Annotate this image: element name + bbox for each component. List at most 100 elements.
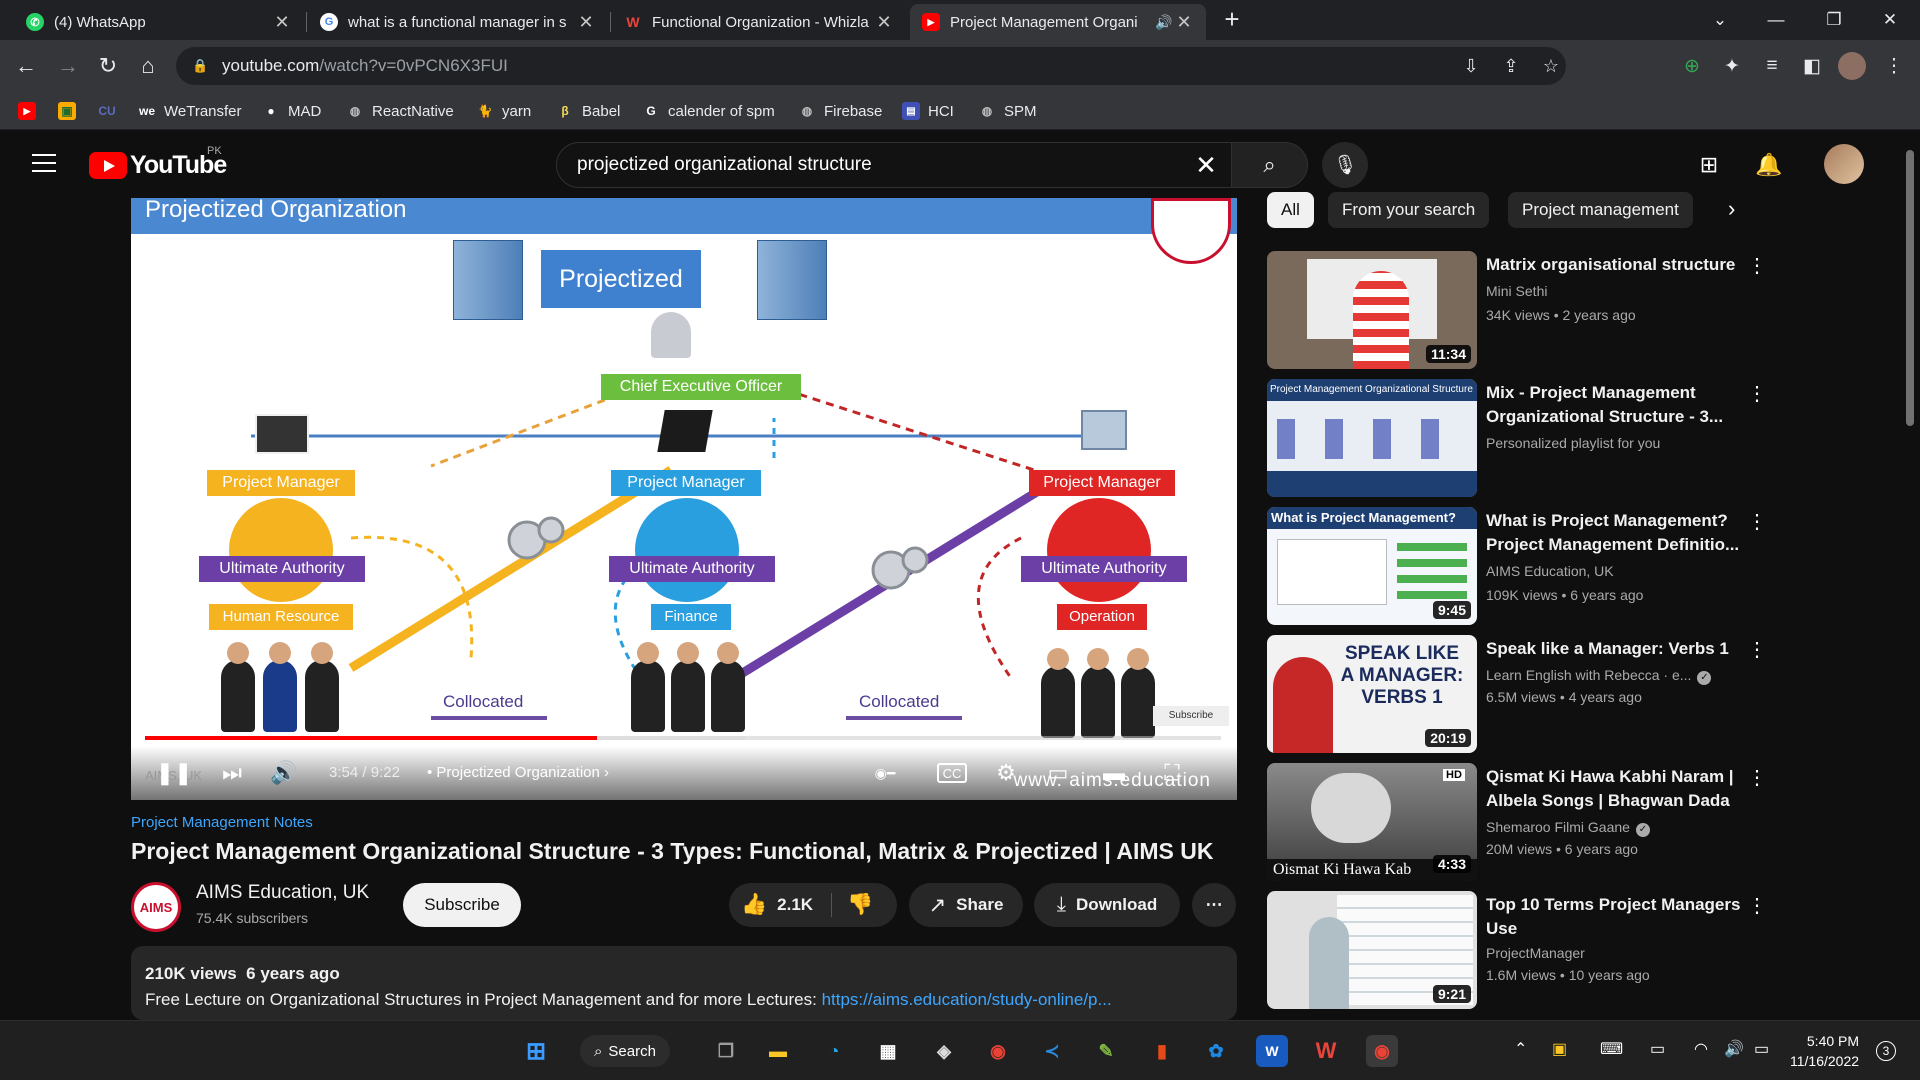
reload-icon[interactable]: ↻ (92, 50, 124, 82)
youtube-logo[interactable]: YouTube PK (89, 145, 227, 180)
taskbar-search[interactable]: ⌕ Search (580, 1035, 670, 1067)
more-vertical-icon[interactable]: ⋮ (1747, 253, 1767, 278)
thumbs-down-icon[interactable]: 👎 (847, 893, 873, 917)
extension-plus-icon[interactable]: ⊕ (1678, 52, 1706, 80)
video-thumbnail[interactable]: Oismat Ki Hawa Kab HD 4:33 (1267, 763, 1477, 881)
address-bar[interactable]: 🔒 youtube.com/watch?v=0vPCN6X3FUI ⇩ ⇪ ☆ (176, 47, 1566, 85)
next-video-icon[interactable]: ⏭ (217, 758, 247, 788)
recommendation-item[interactable]: What is Project Management? 9:45 What is… (1267, 507, 1767, 627)
video-thumbnail[interactable]: 11:34 (1267, 251, 1477, 369)
restore-button[interactable]: ❐ (1806, 0, 1862, 40)
extensions-puzzle-icon[interactable]: ✦ (1718, 52, 1746, 80)
bookmark-star-icon[interactable]: ☆ (1532, 47, 1570, 85)
profile-avatar[interactable] (1838, 52, 1866, 80)
tab-search-icon[interactable]: ⌄ (1692, 0, 1748, 40)
create-video-icon[interactable]: ⊞ (1692, 148, 1726, 182)
search-input[interactable]: projectized organizational structure ✕ (556, 142, 1232, 188)
subtitles-icon[interactable]: CC (937, 763, 967, 783)
bookmark-yarn[interactable]: 🐈 yarn (476, 100, 532, 122)
chip-all[interactable]: All (1267, 192, 1314, 228)
bookmark-calender[interactable]: Gcalender of spm (642, 100, 774, 122)
chrome-icon[interactable]: ◉ (982, 1035, 1014, 1067)
thumbs-up-icon[interactable]: 👍 (741, 893, 767, 917)
volume-icon[interactable]: 🔊 (1724, 1039, 1744, 1059)
notifications-bell-icon[interactable]: 🔔 (1752, 148, 1786, 182)
bookmark-wetransfer[interactable]: we WeTransfer (138, 100, 242, 122)
bookmark-cui[interactable]: CU (98, 100, 124, 122)
new-tab-button[interactable]: + (1218, 6, 1246, 34)
file-explorer-icon[interactable]: ▬ (762, 1035, 794, 1067)
notepad-icon[interactable]: ✎ (1090, 1035, 1122, 1067)
taskbar-clock[interactable]: 5:40 PM 11/16/2022 (1790, 1031, 1859, 1071)
pause-icon[interactable]: ❚❚ (156, 758, 193, 788)
forward-icon[interactable]: → (52, 50, 84, 82)
bookmark-classroom[interactable]: ▣ (58, 100, 84, 122)
chapter-title[interactable]: • Projectized Organization › (427, 764, 609, 781)
tray-app-icon[interactable]: ▣ (1552, 1039, 1567, 1059)
share-page-icon[interactable]: ⇪ (1492, 47, 1530, 85)
subscribe-button[interactable]: Subscribe (403, 883, 521, 927)
recommendation-item[interactable]: SPEAK LIKE A MANAGER: VERBS 1 20:19 Spea… (1267, 635, 1767, 755)
more-actions-button[interactable]: ⋯ (1192, 883, 1236, 927)
description-link[interactable]: https://aims.education/study-online/p... (822, 990, 1112, 1009)
back-icon[interactable]: ← (10, 50, 42, 82)
close-tab-icon[interactable]: ✕ (272, 12, 292, 33)
notification-badge[interactable]: 3 (1876, 1041, 1896, 1061)
bookmark-babel[interactable]: β Babel (556, 100, 620, 122)
office-icon[interactable]: ▮ (1146, 1035, 1178, 1067)
more-vertical-icon[interactable]: ⋮ (1747, 893, 1767, 918)
media-control-icon[interactable]: ≡ (1758, 52, 1786, 80)
tab-google[interactable]: G what is a functional manager in s ✕ (308, 4, 608, 40)
bookmark-firebase[interactable]: ◍ Firebase (798, 100, 883, 122)
recommendation-item[interactable]: Project Management Organizational Struct… (1267, 379, 1767, 499)
chrome-menu-icon[interactable]: ⋮ (1880, 52, 1908, 80)
bookmark-spm[interactable]: ◍ SPM (978, 100, 1037, 122)
vscode-icon[interactable]: ≺ (1036, 1035, 1068, 1067)
close-window-button[interactable]: ✕ (1862, 0, 1918, 40)
account-avatar[interactable] (1824, 144, 1864, 184)
video-tagline[interactable]: Project Management Notes (131, 814, 313, 831)
bookmark-reactnative[interactable]: ◍ ReactNative (346, 100, 454, 122)
bookmark-mad[interactable]: ● MAD (262, 100, 321, 122)
recommendation-item[interactable]: 9:21 Top 10 Terms Project Managers Use P… (1267, 891, 1767, 1011)
search-button[interactable]: ⌕ (1232, 142, 1308, 188)
install-app-icon[interactable]: ⇩ (1452, 47, 1490, 85)
display-icon[interactable]: ▭ (1650, 1039, 1665, 1059)
channel-avatar[interactable]: AIMS (131, 882, 181, 932)
whizlabs-icon[interactable]: W (1310, 1035, 1342, 1067)
close-tab-icon[interactable]: ✕ (874, 12, 894, 33)
more-vertical-icon[interactable]: ⋮ (1747, 637, 1767, 662)
close-tab-icon[interactable]: ✕ (576, 12, 596, 33)
recommendation-item[interactable]: 11:34 Matrix organisational structure Mi… (1267, 251, 1767, 371)
description-box[interactable]: 210K views 6 years ago Free Lecture on O… (131, 946, 1237, 1020)
chip-from-your-search[interactable]: From your search (1328, 192, 1490, 228)
app-icon[interactable]: ✿ (1200, 1035, 1232, 1067)
recommendation-item[interactable]: Oismat Ki Hawa Kab HD 4:33 Qismat Ki Haw… (1267, 763, 1767, 883)
edge-icon[interactable]: ◔ (818, 1035, 850, 1067)
video-thumbnail[interactable]: SPEAK LIKE A MANAGER: VERBS 1 20:19 (1267, 635, 1477, 753)
windows-start-icon[interactable]: ⊞ (520, 1035, 552, 1067)
progress-bar[interactable] (145, 736, 1221, 740)
chrome-active-icon[interactable]: ◉ (1366, 1035, 1398, 1067)
page-scrollbar[interactable] (1906, 150, 1914, 426)
voice-search-button[interactable]: 🎙 (1322, 142, 1368, 188)
autoplay-toggle[interactable]: ◉━ (865, 758, 905, 788)
bookmark-youtube[interactable]: ▶ (18, 100, 44, 122)
battery-icon[interactable]: ▭ (1754, 1039, 1769, 1059)
volume-icon[interactable]: 🔊 (269, 758, 299, 788)
chip-project-management[interactable]: Project management (1508, 192, 1693, 228)
channel-name[interactable]: AIMS Education, UK (196, 882, 369, 904)
video-thumbnail[interactable]: Project Management Organizational Struct… (1267, 379, 1477, 497)
home-icon[interactable]: ⌂ (132, 50, 164, 82)
store-icon[interactable]: ▦ (872, 1035, 904, 1067)
more-vertical-icon[interactable]: ⋮ (1747, 765, 1767, 790)
menu-icon[interactable] (32, 154, 56, 172)
unity-icon[interactable]: ◈ (928, 1035, 960, 1067)
tab-whatsapp[interactable]: ✆ (4) WhatsApp ✕ (14, 4, 304, 40)
video-thumbnail[interactable]: What is Project Management? 9:45 (1267, 507, 1477, 625)
keyboard-icon[interactable]: ⌨ (1600, 1039, 1623, 1059)
more-vertical-icon[interactable]: ⋮ (1747, 509, 1767, 534)
clear-search-icon[interactable]: ✕ (1187, 147, 1225, 185)
chevron-right-icon[interactable]: › (1728, 196, 1735, 222)
download-button[interactable]: ⤓ Download (1034, 883, 1180, 927)
